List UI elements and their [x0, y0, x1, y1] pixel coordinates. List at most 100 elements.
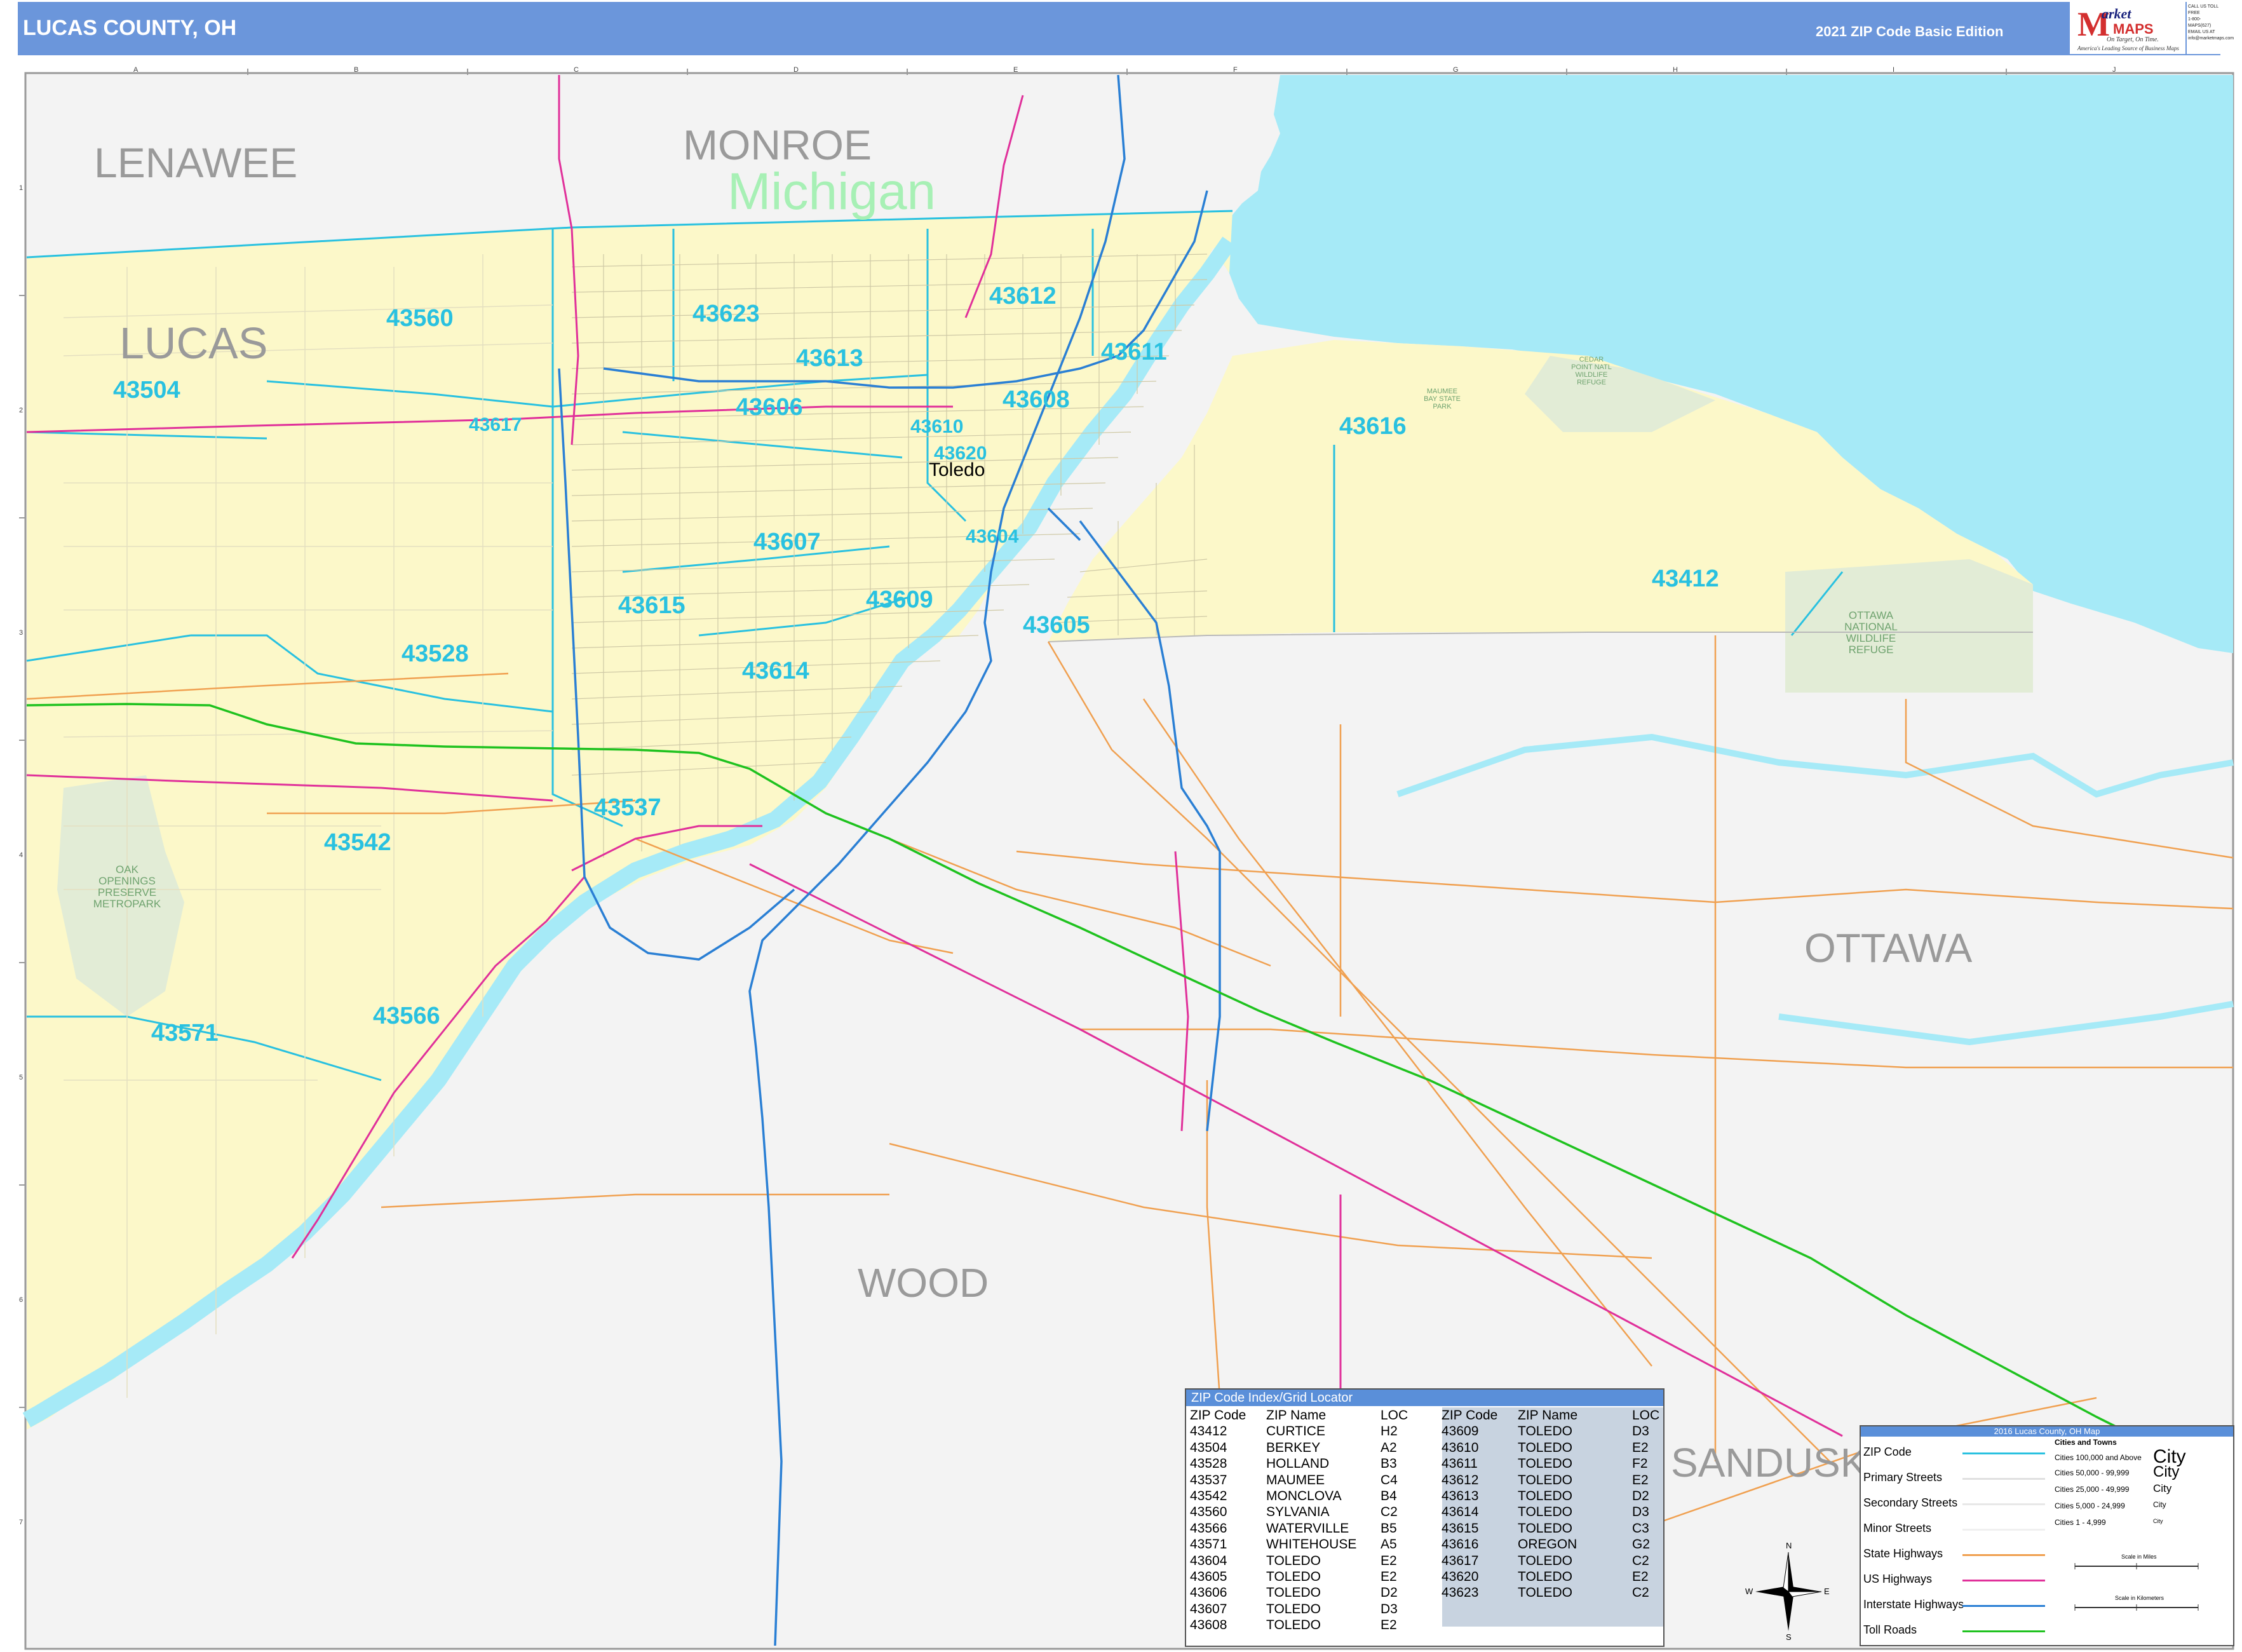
legend-item-label: Secondary Streets — [1863, 1496, 1958, 1509]
zip-label: 43608 — [1003, 386, 1070, 413]
index-left-column: ZIP Code ZIP Name LOC 43412 CURTICE H2 4350… — [1190, 1407, 1419, 1634]
index-loc: C2 — [1381, 1505, 1398, 1520]
map-canvas[interactable] — [0, 0, 2242, 1652]
index-header-name: ZIP Name — [1518, 1408, 1578, 1423]
zip-label: 43620 — [934, 443, 987, 464]
index-name: WATERVILLE — [1266, 1520, 1349, 1536]
index-row: 43542 MONCLOVA B4 — [1190, 1488, 1419, 1504]
county-label-lucas: LUCAS — [119, 318, 268, 368]
zip-label: 43616 — [1339, 413, 1407, 440]
index-name: OREGON — [1518, 1537, 1577, 1552]
index-loc: D3 — [1632, 1505, 1649, 1520]
grid-row-label: 6 — [19, 1296, 24, 1304]
index-zip: 43560 — [1190, 1505, 1227, 1520]
cities-title: Cities and Towns — [2055, 1438, 2117, 1447]
legend-swatch — [1962, 1630, 2045, 1632]
index-row: 43412 CURTICE H2 — [1190, 1423, 1419, 1439]
index-name: BERKEY — [1266, 1440, 1321, 1455]
index-header-loc: LOC — [1632, 1408, 1660, 1423]
index-header-zip: ZIP Code — [1442, 1408, 1498, 1423]
index-zip: 43566 — [1190, 1520, 1227, 1536]
index-row: 43571 WHITEHOUSE A5 — [1190, 1536, 1419, 1552]
index-name: TOLEDO — [1518, 1456, 1572, 1472]
index-zip: 43611 — [1442, 1456, 1478, 1472]
legend-city-range: Cities 100,000 and Above — [2055, 1453, 2142, 1462]
wildlife-refuge — [1785, 559, 2033, 693]
index-zip: 43606 — [1190, 1585, 1227, 1601]
index-name: TOLEDO — [1518, 1553, 1572, 1568]
index-loc: C2 — [1632, 1553, 1649, 1568]
index-zip: 43613 — [1442, 1489, 1479, 1504]
index-row: 43606 TOLEDO D2 — [1190, 1585, 1419, 1601]
compass-n: N — [1786, 1541, 1792, 1550]
index-row: 43605 TOLEDO E2 — [1190, 1569, 1419, 1585]
index-row: 43616 OREGON G2 — [1442, 1536, 1670, 1552]
index-name: WHITEHOUSE — [1266, 1537, 1357, 1552]
legend-item-label: Primary Streets — [1863, 1471, 1943, 1484]
grid-col-label: G — [1453, 66, 1459, 74]
zip-label: 43613 — [796, 345, 863, 372]
index-row: 43614 TOLEDO D3 — [1442, 1504, 1670, 1520]
index-zip: 43537 — [1190, 1472, 1227, 1487]
index-zip: 43504 — [1190, 1440, 1227, 1455]
index-loc: E2 — [1381, 1618, 1397, 1633]
grid-row-label: 7 — [19, 1519, 24, 1526]
index-loc: E2 — [1381, 1569, 1397, 1585]
compass-s: S — [1786, 1632, 1792, 1642]
zip-label: 43571 — [151, 1020, 219, 1046]
index-title: ZIP Code Index/Grid Locator — [1186, 1390, 1663, 1406]
index-loc: A2 — [1381, 1440, 1397, 1455]
grid-row-label: 5 — [19, 1074, 24, 1081]
index-row: 43615 TOLEDO C3 — [1442, 1520, 1670, 1536]
compass-w: W — [1745, 1587, 1753, 1596]
index-zip: 43612 — [1442, 1472, 1479, 1487]
grid-col-label: E — [1013, 66, 1018, 74]
index-header-row: ZIP Code ZIP Name LOC — [1442, 1407, 1670, 1423]
grid-col-label: C — [574, 66, 579, 74]
zip-label: 43615 — [618, 592, 685, 619]
grid-row-label: 1 — [19, 184, 24, 192]
index-zip: 43610 — [1442, 1440, 1479, 1455]
index-header-name: ZIP Name — [1266, 1408, 1327, 1423]
index-zip: 43604 — [1190, 1553, 1227, 1568]
scale-km-label: Scale in Kilometers — [2115, 1595, 2164, 1601]
county-label-ottawa: OTTAWA — [1804, 925, 1973, 971]
index-zip: 43528 — [1190, 1456, 1227, 1472]
zip-label: 43566 — [373, 1003, 440, 1029]
index-name: CURTICE — [1266, 1424, 1325, 1439]
index-loc: D3 — [1632, 1424, 1649, 1439]
grid-col-label: A — [133, 66, 138, 74]
index-loc: H2 — [1381, 1424, 1398, 1439]
compass-icon — [1755, 1552, 1822, 1631]
legend-city-sample: City — [2153, 1500, 2166, 1509]
index-row: 43537 MAUMEE C4 — [1190, 1472, 1419, 1488]
legend-swatch — [1962, 1554, 2045, 1556]
index-loc: C2 — [1632, 1585, 1649, 1601]
zip-label: 43614 — [742, 658, 809, 684]
index-zip: 43614 — [1442, 1505, 1479, 1520]
index-row: 43611 TOLEDO F2 — [1442, 1456, 1670, 1472]
index-row: 43604 TOLEDO E2 — [1190, 1553, 1419, 1569]
index-loc: C4 — [1381, 1472, 1398, 1487]
index-zip: 43542 — [1190, 1489, 1227, 1504]
index-loc: C3 — [1632, 1520, 1649, 1536]
zip-label: 43528 — [402, 640, 469, 667]
grid-row-label: 4 — [19, 851, 24, 859]
zip-label: 43607 — [753, 529, 821, 555]
grid-row-label: 3 — [19, 629, 24, 637]
index-name: TOLEDO — [1518, 1569, 1572, 1585]
map-legend: 2016 Lucas County, OH Map ZIP Code Primar… — [1860, 1425, 2234, 1646]
index-name: TOLEDO — [1518, 1585, 1572, 1601]
index-loc: B5 — [1381, 1520, 1397, 1536]
grid-col-label: J — [2112, 66, 2116, 74]
index-zip: 43608 — [1190, 1618, 1227, 1633]
index-name: TOLEDO — [1266, 1618, 1321, 1633]
index-name: TOLEDO — [1266, 1601, 1321, 1616]
index-zip: 43571 — [1190, 1537, 1227, 1552]
scale-bar-km — [2074, 1604, 2199, 1611]
index-zip: 43616 — [1442, 1537, 1479, 1552]
index-loc: D2 — [1381, 1585, 1398, 1601]
index-name: HOLLAND — [1266, 1456, 1330, 1472]
index-name: MONCLOVA — [1266, 1489, 1342, 1504]
index-loc: A5 — [1381, 1537, 1397, 1552]
